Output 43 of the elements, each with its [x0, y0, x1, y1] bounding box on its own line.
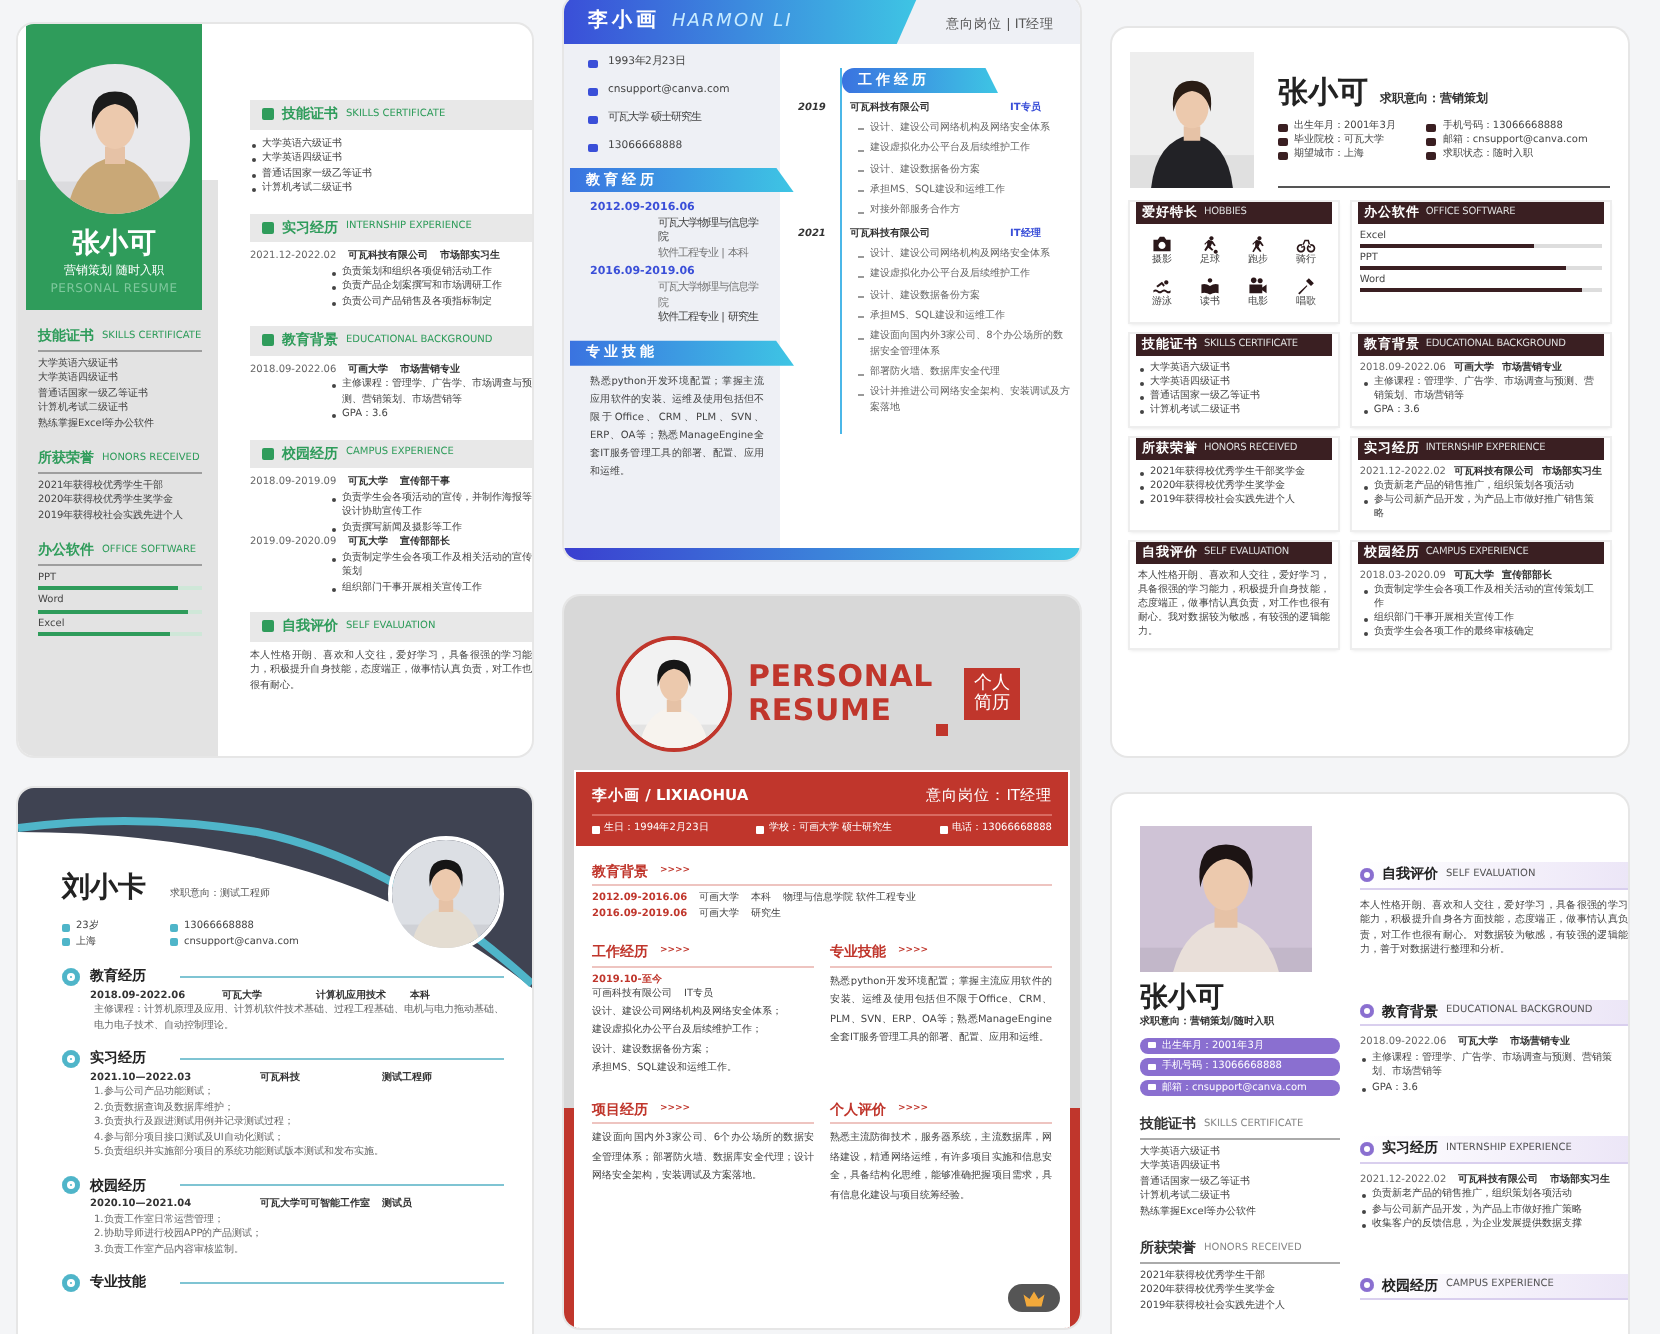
- runner-icon: [1199, 234, 1220, 255]
- person-name: 张小可: [70, 226, 158, 263]
- runner-icon: [1247, 234, 1268, 255]
- resume-card[interactable]: [18, 788, 532, 1334]
- section-icon: [262, 620, 274, 633]
- video-camera-icon: [1247, 276, 1268, 297]
- info-icon: [1148, 1084, 1156, 1091]
- section-icon: [1360, 1004, 1374, 1019]
- book-icon: [1199, 276, 1220, 297]
- section-icon: [62, 967, 80, 986]
- contact-icon: [588, 143, 598, 152]
- section-icon: [1360, 867, 1374, 882]
- section-icon: [262, 334, 274, 347]
- info-icon: [756, 826, 765, 834]
- camera-icon: [1151, 234, 1172, 255]
- info-icon: [1148, 1042, 1156, 1049]
- person-name: 张小可: [1278, 72, 1368, 114]
- microphone-icon: [1295, 276, 1316, 297]
- contact-icon: [588, 59, 598, 68]
- section-icon: [62, 1176, 80, 1195]
- section-icon: [62, 1273, 80, 1292]
- info-icon: [592, 826, 600, 834]
- swimmer-icon: [1151, 276, 1172, 297]
- section-icon: [1360, 1141, 1374, 1156]
- contact-icon: [588, 115, 598, 124]
- square-mark: [936, 724, 948, 736]
- title-badge: 个人简历: [964, 667, 1020, 721]
- crown-badge[interactable]: [1008, 1284, 1060, 1312]
- resume-title: PERSONAL RESUME: [748, 659, 935, 729]
- section-icon: [262, 221, 274, 234]
- bicycle-icon: [1295, 234, 1316, 255]
- person-name: 李小画: [588, 7, 660, 36]
- person-name: 张小可: [1140, 980, 1226, 1015]
- contact-icon: [588, 87, 598, 96]
- section-icon: [1360, 1278, 1374, 1293]
- info-icon: [1148, 1063, 1156, 1070]
- section-icon: [62, 1049, 80, 1068]
- english-name: HARMON LI: [672, 9, 793, 35]
- person-name: 刘小卡: [62, 869, 146, 908]
- resume-card[interactable]: [1112, 28, 1628, 756]
- section-icon: [262, 108, 274, 121]
- info-icon: [940, 826, 948, 834]
- section-icon: [262, 447, 274, 460]
